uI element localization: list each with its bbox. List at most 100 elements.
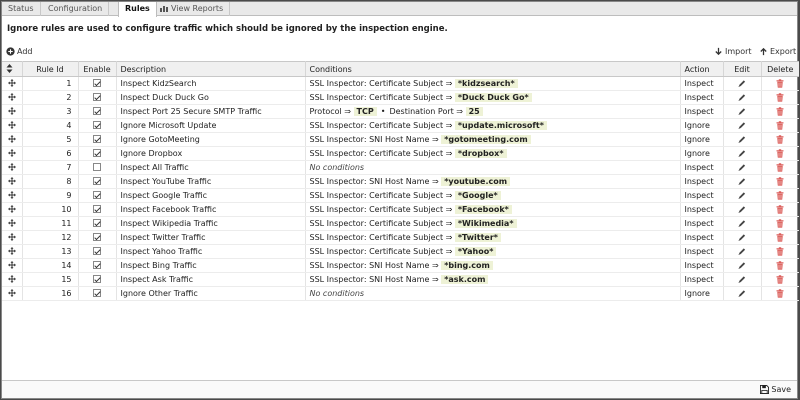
drag-handle[interactable] (2, 76, 23, 91)
column-conditions[interactable]: Conditions (305, 61, 681, 77)
edit-button[interactable] (723, 160, 762, 175)
condition-label: SSL Inspector: SNI Host Name ⇒ (309, 177, 439, 186)
delete-button[interactable] (761, 76, 799, 91)
delete-button[interactable] (761, 286, 799, 301)
edit-button[interactable] (723, 258, 762, 273)
add-button[interactable]: Add (6, 46, 33, 57)
enable-checkbox[interactable] (93, 121, 101, 129)
enable-checkbox[interactable] (93, 219, 101, 227)
condition-label: SSL Inspector: SNI Host Name ⇒ (309, 261, 439, 270)
delete-button[interactable] (761, 146, 799, 161)
tab-configuration[interactable]: Configuration (42, 2, 110, 16)
edit-button[interactable] (723, 286, 762, 301)
rule-conditions: SSL Inspector: SNI Host Name ⇒ *gotomeet… (305, 132, 681, 147)
tab-label: Rules (125, 4, 150, 13)
pencil-icon (738, 219, 746, 227)
drag-handle[interactable] (2, 146, 23, 161)
delete-button[interactable] (761, 132, 799, 147)
tab-view-reports[interactable]: View Reports (154, 2, 231, 16)
drag-handle[interactable] (2, 286, 23, 301)
edit-button[interactable] (723, 146, 762, 161)
enable-checkbox[interactable] (93, 191, 101, 199)
delete-button[interactable] (761, 244, 799, 259)
drag-handle[interactable] (2, 216, 23, 231)
delete-button[interactable] (761, 202, 799, 217)
drag-handle[interactable] (2, 118, 23, 133)
drag-handle[interactable] (2, 174, 23, 189)
enable-checkbox[interactable] (93, 107, 101, 115)
column-enable[interactable]: Enable (78, 61, 117, 77)
enable-checkbox[interactable] (93, 275, 101, 283)
drag-handle[interactable] (2, 132, 23, 147)
delete-button[interactable] (761, 160, 799, 175)
delete-button[interactable] (761, 118, 799, 133)
edit-button[interactable] (723, 104, 762, 119)
rule-description: Ignore Other Traffic (116, 286, 306, 301)
enable-checkbox[interactable] (93, 135, 101, 143)
import-button[interactable]: Import (714, 46, 752, 57)
enable-cell (78, 230, 117, 245)
enable-checkbox[interactable] (93, 233, 101, 241)
save-button[interactable]: Save (760, 385, 791, 394)
condition-label: Protocol ⇒ (309, 107, 351, 116)
edit-button[interactable] (723, 230, 762, 245)
enable-checkbox[interactable] (93, 247, 101, 255)
edit-button[interactable] (723, 202, 762, 217)
export-label: Export (770, 47, 797, 56)
delete-button[interactable] (761, 90, 799, 105)
condition-label: SSL Inspector: SNI Host Name ⇒ (309, 275, 439, 284)
edit-button[interactable] (723, 244, 762, 259)
rule-conditions: SSL Inspector: SNI Host Name ⇒ *youtube.… (305, 174, 681, 189)
enable-checkbox[interactable] (93, 261, 101, 269)
delete-button[interactable] (761, 230, 799, 245)
column-rule-id[interactable]: Rule Id (22, 61, 79, 77)
column-edit[interactable]: Edit (723, 61, 762, 77)
pencil-icon (738, 275, 746, 283)
edit-button[interactable] (723, 216, 762, 231)
drag-handle[interactable] (2, 258, 23, 273)
drag-handle[interactable] (2, 160, 23, 175)
drag-handle[interactable] (2, 244, 23, 259)
delete-button[interactable] (761, 272, 799, 287)
drag-handle[interactable] (2, 272, 23, 287)
pencil-icon (738, 79, 746, 87)
enable-checkbox[interactable] (93, 205, 101, 213)
toolbar: Add Import Export (2, 44, 797, 59)
delete-button[interactable] (761, 104, 799, 119)
rule-description: Inspect Facebook Traffic (116, 202, 306, 217)
pencil-icon (738, 247, 746, 255)
enable-checkbox[interactable] (93, 163, 101, 171)
rule-id: 8 (22, 174, 79, 189)
edit-button[interactable] (723, 174, 762, 189)
enable-checkbox[interactable] (93, 93, 101, 101)
delete-button[interactable] (761, 258, 799, 273)
rule-description: Inspect Ask Traffic (116, 272, 306, 287)
edit-button[interactable] (723, 272, 762, 287)
sort-column-header[interactable] (2, 61, 23, 77)
delete-button[interactable] (761, 174, 799, 189)
enable-checkbox[interactable] (93, 177, 101, 185)
delete-button[interactable] (761, 216, 799, 231)
edit-button[interactable] (723, 118, 762, 133)
drag-handle[interactable] (2, 90, 23, 105)
column-description[interactable]: Description (116, 61, 306, 77)
edit-button[interactable] (723, 90, 762, 105)
column-action[interactable]: Action (680, 61, 724, 77)
enable-checkbox[interactable] (93, 79, 101, 87)
enable-checkbox[interactable] (93, 149, 101, 157)
tab-rules[interactable]: Rules (118, 2, 157, 17)
edit-button[interactable] (723, 132, 762, 147)
drag-handle[interactable] (2, 230, 23, 245)
drag-handle[interactable] (2, 104, 23, 119)
edit-button[interactable] (723, 188, 762, 203)
drag-handle[interactable] (2, 202, 23, 217)
rule-id: 6 (22, 146, 79, 161)
delete-button[interactable] (761, 188, 799, 203)
export-button[interactable]: Export (759, 46, 796, 57)
column-delete[interactable]: Delete (761, 61, 799, 77)
drag-handle[interactable] (2, 188, 23, 203)
rule-description: Inspect Bing Traffic (116, 258, 306, 273)
edit-button[interactable] (723, 76, 762, 91)
enable-checkbox[interactable] (93, 289, 101, 297)
tab-status[interactable]: Status (2, 2, 41, 16)
